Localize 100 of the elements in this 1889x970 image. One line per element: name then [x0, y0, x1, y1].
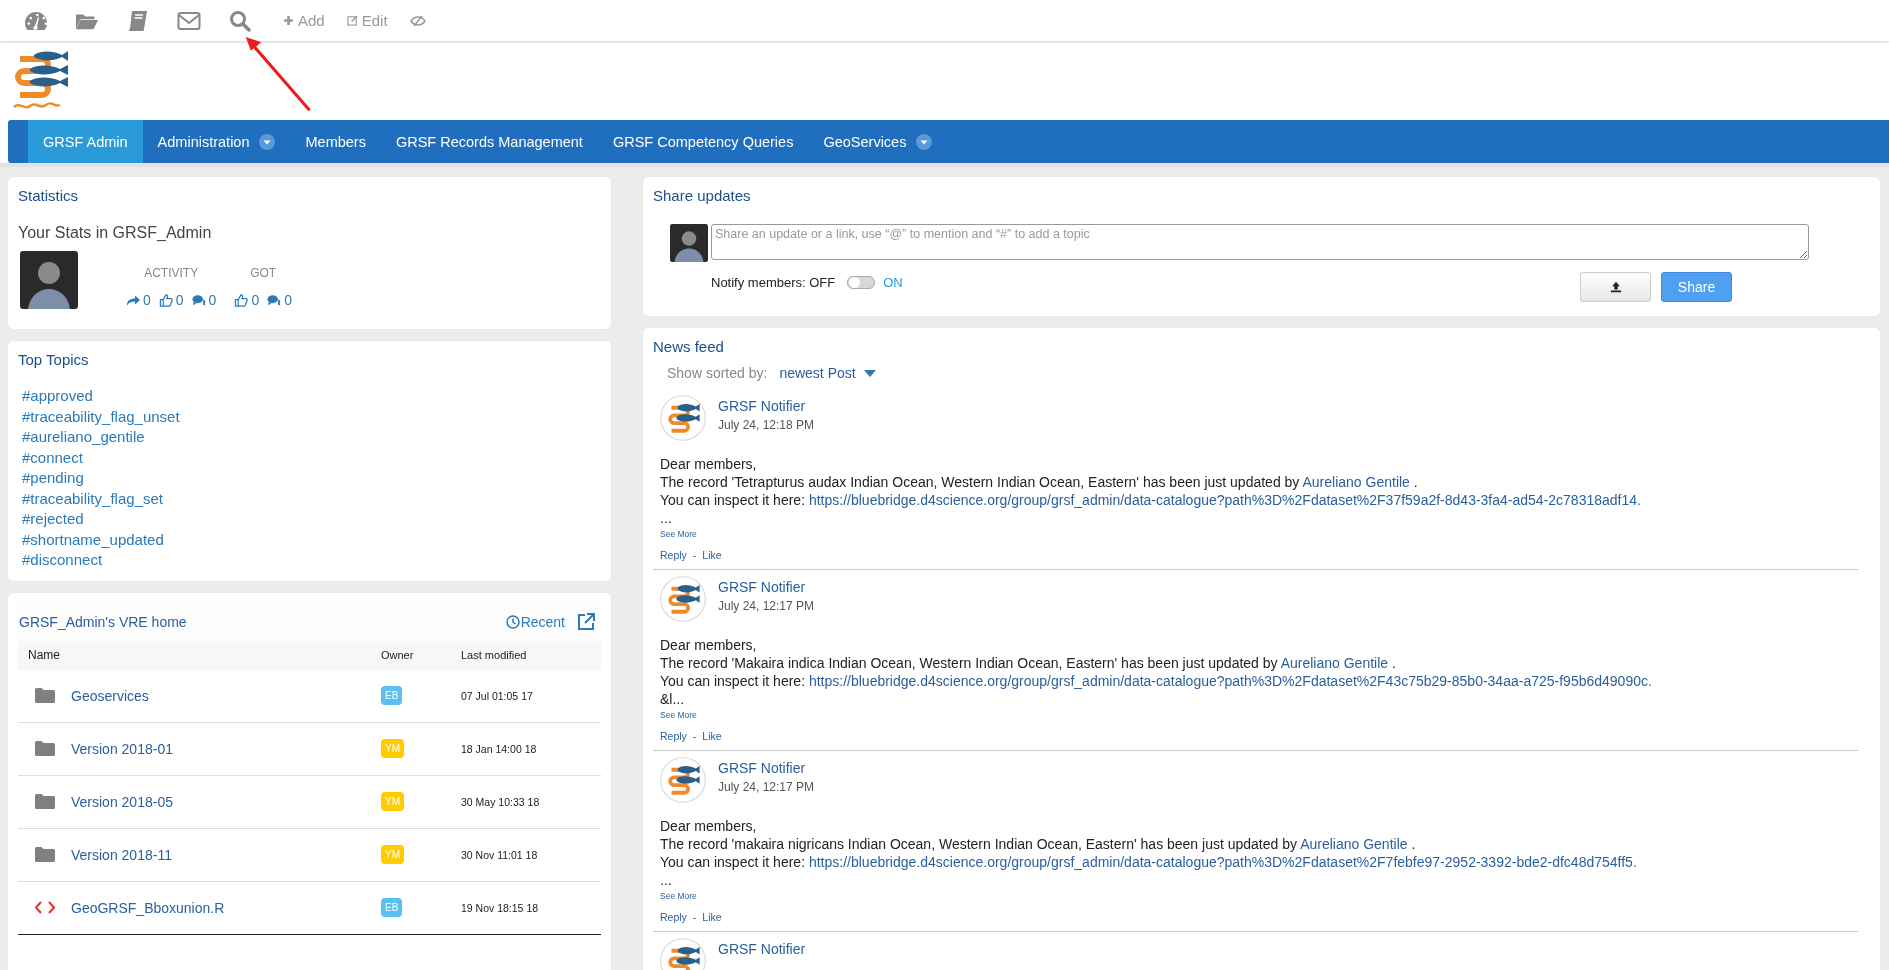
post-text: Dear members, [660, 455, 758, 473]
card-title: Top Topics [18, 351, 90, 368]
topic-link[interactable]: #rejected [22, 509, 84, 530]
topic-link[interactable]: #pending [22, 468, 84, 489]
upload-icon [1609, 281, 1622, 293]
nav-tab[interactable]: Administration [142, 120, 291, 163]
see-more-link[interactable]: See More [660, 529, 697, 539]
comments-icon [267, 293, 282, 307]
nav-tab[interactable]: GRSF Records Management [380, 120, 598, 163]
user-link[interactable]: Aureliano Gentile [1300, 836, 1408, 852]
thumbs-up-icon [158, 293, 173, 307]
post-text: . [1411, 836, 1416, 852]
topic-link[interactable]: #disconnect [22, 550, 103, 571]
table-cell: 18 Jan 14:00 18 [461, 742, 537, 755]
notify-label: Notify members: OFF [711, 274, 836, 290]
post-text: The record 'makaira nigricans Indian Ocean, Western Indian Ocean, Eastern' has been just updated by [660, 836, 1297, 852]
sort-dropdown[interactable]: newest Post [779, 365, 876, 381]
separator-text: - [692, 911, 697, 923]
post-text: You can inspect it here: [660, 854, 806, 870]
topic-link[interactable]: #connect [22, 447, 83, 468]
reply-link[interactable]: Reply [660, 911, 687, 923]
column-header: Name [27, 648, 61, 662]
caret-icon [863, 369, 876, 377]
stat-label: ACTIVITY [144, 266, 199, 280]
dropdown-icon[interactable] [916, 133, 933, 150]
book-icon[interactable] [126, 9, 150, 32]
vre-home-link[interactable]: GRSF_Admin's VRE home [19, 613, 506, 630]
table-cell: 30 May 10:33 18 [461, 795, 540, 808]
post-text: &l... [660, 690, 686, 708]
avatar [670, 224, 708, 262]
folder-icon [34, 688, 55, 703]
post-text: ... [660, 871, 673, 889]
dropdown-icon[interactable] [259, 133, 276, 150]
logo-avatar [660, 757, 706, 803]
card-title: Share updates [653, 187, 752, 204]
owner-badge: YM [381, 845, 404, 864]
user-link[interactable]: Aureliano Gentile [1302, 474, 1410, 490]
stat-count: 0 [143, 292, 151, 308]
search-icon[interactable] [228, 9, 252, 32]
notify-toggle[interactable] [847, 275, 876, 289]
dashboard-icon[interactable] [24, 9, 48, 32]
card-title: News feed [653, 338, 725, 355]
reply-link[interactable]: Reply [660, 549, 687, 561]
like-link[interactable]: Like [702, 549, 722, 561]
post-time: July 24, 12:17 PM [718, 599, 815, 613]
separator-text: - [692, 549, 697, 561]
post-text: . [1413, 474, 1418, 490]
clock-icon [505, 614, 520, 629]
topic-link[interactable]: #aureliano_gentile [22, 427, 145, 448]
file-link[interactable]: Version 2018-11 [71, 846, 381, 863]
file-link[interactable]: Version 2018-05 [71, 793, 381, 810]
stat-label: GOT [250, 266, 277, 280]
post-text: . [1392, 655, 1396, 671]
post-text: You can inspect it here: [660, 492, 806, 508]
nav-tab[interactable]: GeoServices [808, 120, 1889, 163]
owner-badge: EB [381, 686, 403, 705]
nav-tab[interactable]: GRSF Competency Queries [597, 120, 809, 163]
folder-icon [34, 794, 55, 809]
topic-link[interactable]: #approved [22, 386, 93, 407]
record-link[interactable]: https://bluebridge.d4science.org/group/grsf_admin/data-catalogue?path%3D%2Fdataset%2F37f59a2f-8d43-3fa4-ad54-2c78318adf14. [808, 492, 1641, 508]
record-link[interactable]: https://bluebridge.d4science.org/group/grsf_admin/data-catalogue?path%3D%2Fdataset%2F43c75b29-85b0-34aa-a725-f95b6d49090c. [808, 673, 1652, 689]
external-link-icon[interactable] [577, 612, 595, 631]
stat-count: 0 [284, 292, 292, 308]
author-link[interactable]: GRSF Notifier [718, 579, 815, 595]
file-link[interactable]: GeoGRSF_Bboxunion.R [71, 899, 381, 916]
file-link[interactable]: Version 2018-01 [71, 740, 381, 757]
record-link[interactable]: https://bluebridge.d4science.org/group/grsf_admin/data-catalogue?path%3D%2Fdataset%2F7febfe97-2952-3392-bde2-dfc48d754ff5. [808, 854, 1637, 870]
post-time: July 24, 12:17 PM [718, 780, 815, 794]
author-link[interactable]: GRSF Notifier [718, 398, 815, 414]
file-link[interactable]: Geoservices [71, 687, 381, 704]
eye-slash-icon[interactable] [409, 14, 426, 27]
owner-badge: YM [381, 792, 404, 811]
post-text: The record 'Makaira indica Indian Ocean, Western Indian Ocean, Eastern' has been just updated by [660, 655, 1278, 671]
user-link[interactable]: Aureliano Gentile [1280, 655, 1389, 671]
like-link[interactable]: Like [702, 911, 722, 923]
post-text: Dear members, [660, 817, 758, 835]
share-icon [126, 293, 140, 307]
see-more-link[interactable]: See More [660, 891, 697, 901]
topic-link[interactable]: #shortname_updated [22, 529, 164, 550]
table-cell: 19 Nov 18:15 18 [461, 901, 539, 914]
folder-icon [34, 741, 55, 756]
update-field[interactable]: Share an update or a link, use “@” to mention and “#” to add a topic [711, 224, 1809, 260]
sort-label: Show sorted by: [667, 365, 768, 381]
reply-link[interactable]: Reply [660, 730, 687, 742]
upload-button[interactable] [1580, 272, 1651, 302]
like-link[interactable]: Like [702, 730, 722, 742]
topic-link[interactable]: #traceability_flag_unset [22, 406, 180, 427]
author-link[interactable]: GRSF Notifier [718, 760, 815, 776]
see-more-link[interactable]: See More [660, 710, 697, 720]
topic-link[interactable]: #traceability_flag_set [22, 488, 163, 509]
stat-count: 0 [251, 292, 260, 308]
post-text: You can inspect it here: [660, 673, 806, 689]
avatar [20, 251, 78, 309]
mail-icon[interactable] [177, 9, 201, 32]
nav-tab[interactable]: Members [290, 120, 381, 163]
author-link[interactable]: GRSF Notifier [718, 941, 806, 957]
separator-text: - [692, 730, 697, 742]
folder-icon [34, 847, 55, 862]
recent-link[interactable]: Recent [505, 613, 565, 630]
comments-icon [191, 293, 206, 307]
